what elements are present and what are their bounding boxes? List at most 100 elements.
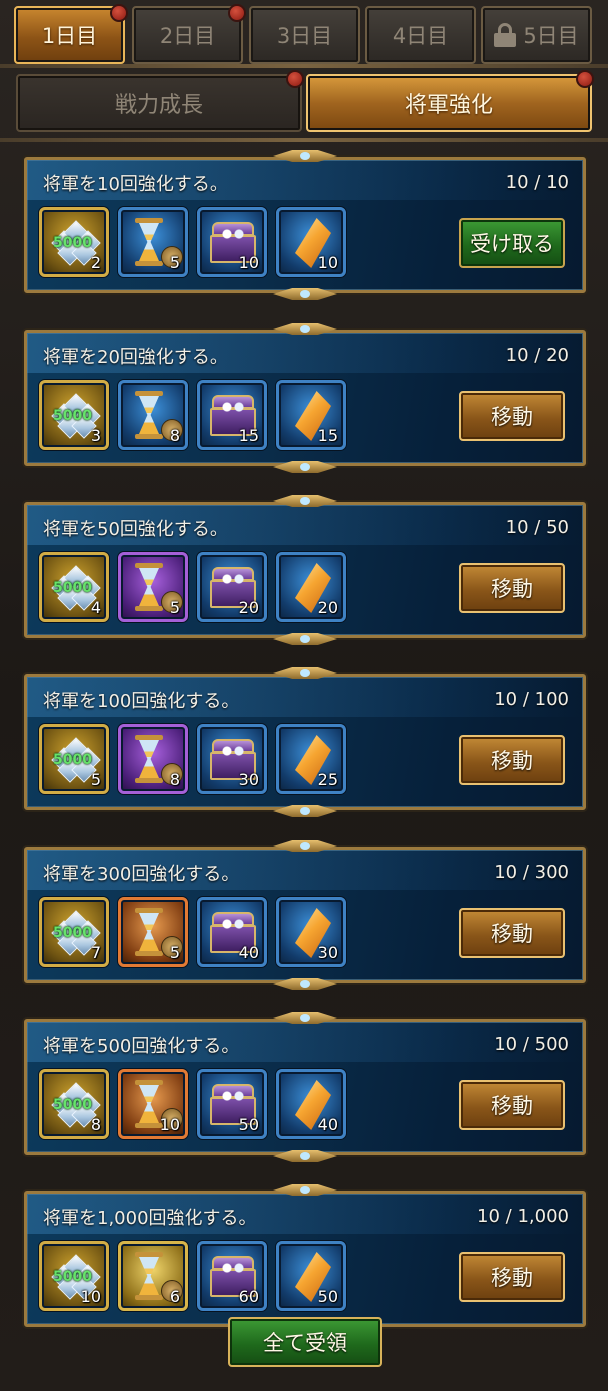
gem-amount-label: 5000 (53, 1269, 92, 1285)
reward-quantity: 5 (90, 770, 101, 789)
notification-dot-icon (286, 70, 304, 88)
gem-amount-label: 5000 (53, 580, 92, 596)
task-progress: 10 / 1,000 (477, 1206, 569, 1227)
task-card: 将軍を100回強化する。 10 / 100 5000 5 8 30 25 移動 (24, 667, 586, 817)
gem-amount-label: 5000 (53, 235, 92, 251)
tab-category-label: 戦力成長 (114, 93, 203, 118)
go-button[interactable]: 移動 (459, 908, 565, 958)
reward-chest[interactable]: 60 (197, 1241, 267, 1311)
chest-gems (218, 401, 248, 413)
reward-speedup[interactable]: 8 (118, 380, 188, 450)
ornament-icon (273, 840, 337, 852)
reward-quantity: 10 (159, 1115, 180, 1134)
gem-amount-label: 5000 (53, 1097, 92, 1113)
claim-all-button[interactable]: 全て受領 (228, 1317, 382, 1367)
task-progress: 10 / 50 (505, 517, 569, 538)
reward-speedup[interactable]: 8 (118, 724, 188, 794)
task-progress: 10 / 10 (505, 172, 569, 193)
reward-quantity: 50 (238, 1115, 259, 1134)
go-button[interactable]: 移動 (459, 563, 565, 613)
reward-speedup[interactable]: 5 (118, 207, 188, 277)
reward-gems[interactable]: 5000 3 (39, 380, 109, 450)
reward-speedup[interactable]: 6 (118, 1241, 188, 1311)
task-card: 将軍を20回強化する。 10 / 20 5000 3 8 15 15 移動 (24, 323, 586, 473)
hourglass-cap (135, 1080, 163, 1085)
divider (0, 138, 608, 142)
ornament-icon (273, 495, 337, 507)
reward-chest[interactable]: 15 (197, 380, 267, 450)
tab-day-label: 4日目 (392, 24, 449, 48)
task-card: 将軍を1,000回強化する。 10 / 1,000 5000 10 6 60 50 移動 (24, 1184, 586, 1334)
tab-day-4[interactable]: 4日目 (365, 6, 476, 64)
reward-quantity: 10 (80, 1287, 101, 1306)
claim-button[interactable]: 受け取る (459, 218, 565, 268)
task-card: 将軍を50回強化する。 10 / 50 5000 4 5 20 20 移動 (24, 495, 586, 645)
task-progress: 10 / 300 (494, 862, 569, 883)
tab-day-3[interactable]: 3日目 (249, 6, 360, 64)
reward-quantity: 15 (317, 426, 338, 445)
reward-crystal[interactable]: 20 (276, 552, 346, 622)
hourglass-icon (135, 563, 183, 613)
hourglass-cap (135, 261, 163, 266)
reward-gems[interactable]: 5000 8 (39, 1069, 109, 1139)
tab-day-1[interactable]: 1日目 (14, 6, 125, 64)
reward-chest[interactable]: 30 (197, 724, 267, 794)
reward-speedup[interactable]: 10 (118, 1069, 188, 1139)
notification-dot-icon (110, 4, 128, 22)
go-button[interactable]: 移動 (459, 735, 565, 785)
event-panel: 1日目 2日目 3日目 4日目 5日目 戦力成長 将軍強化 将軍を10回強化する。 10 /… (0, 0, 608, 1391)
reward-quantity: 8 (90, 1115, 101, 1134)
reward-gems[interactable]: 5000 7 (39, 897, 109, 967)
task-card: 将軍を10回強化する。 10 / 10 5000 2 5 10 10 受け取る (24, 150, 586, 300)
reward-quantity: 8 (169, 426, 180, 445)
hourglass-cap (135, 1295, 163, 1300)
chest-gems (218, 918, 248, 930)
reward-crystal[interactable]: 25 (276, 724, 346, 794)
go-button[interactable]: 移動 (459, 1252, 565, 1302)
task-title: 将軍を500回強化する。 (43, 1036, 240, 1057)
reward-quantity: 40 (317, 1115, 338, 1134)
reward-crystal[interactable]: 15 (276, 380, 346, 450)
reward-quantity: 40 (238, 943, 259, 962)
reward-quantity: 15 (238, 426, 259, 445)
reward-speedup[interactable]: 5 (118, 897, 188, 967)
reward-chest[interactable]: 10 (197, 207, 267, 277)
gem-amount-label: 5000 (53, 925, 92, 941)
notification-dot-icon (576, 70, 594, 88)
reward-chest[interactable]: 50 (197, 1069, 267, 1139)
reward-gems[interactable]: 5000 2 (39, 207, 109, 277)
task-progress: 10 / 20 (505, 345, 569, 366)
tab-day-label: 1日目 (41, 24, 98, 48)
reward-chest[interactable]: 20 (197, 552, 267, 622)
reward-gems[interactable]: 5000 10 (39, 1241, 109, 1311)
tab-category-1[interactable]: 戦力成長 (16, 74, 302, 132)
go-button[interactable]: 移動 (459, 1080, 565, 1130)
tab-category-2[interactable]: 将軍強化 (306, 74, 592, 132)
reward-crystal[interactable]: 10 (276, 207, 346, 277)
hourglass-cap (135, 1252, 163, 1257)
tab-day-label: 3日目 (276, 24, 333, 48)
reward-crystal[interactable]: 40 (276, 1069, 346, 1139)
gem-amount-label: 5000 (53, 408, 92, 424)
reward-speedup[interactable]: 5 (118, 552, 188, 622)
hourglass-icon (135, 735, 183, 785)
task-title: 将軍を100回強化する。 (43, 691, 240, 712)
go-button[interactable]: 移動 (459, 391, 565, 441)
ornament-icon (273, 1012, 337, 1024)
hourglass-icon (135, 391, 183, 441)
reward-gems[interactable]: 5000 5 (39, 724, 109, 794)
reward-quantity: 30 (238, 770, 259, 789)
tab-day-5[interactable]: 5日目 (481, 6, 592, 64)
reward-crystal[interactable]: 50 (276, 1241, 346, 1311)
tab-day-2[interactable]: 2日目 (132, 6, 243, 64)
ornament-icon (273, 461, 337, 473)
task-title: 将軍を20回強化する。 (43, 347, 228, 368)
reward-gems[interactable]: 5000 4 (39, 552, 109, 622)
notification-dot-icon (228, 4, 246, 22)
reward-crystal[interactable]: 30 (276, 897, 346, 967)
chest-gems (218, 573, 248, 585)
hourglass-glass (139, 1257, 159, 1295)
hourglass-cap (135, 434, 163, 439)
reward-chest[interactable]: 40 (197, 897, 267, 967)
reward-quantity: 25 (317, 770, 338, 789)
